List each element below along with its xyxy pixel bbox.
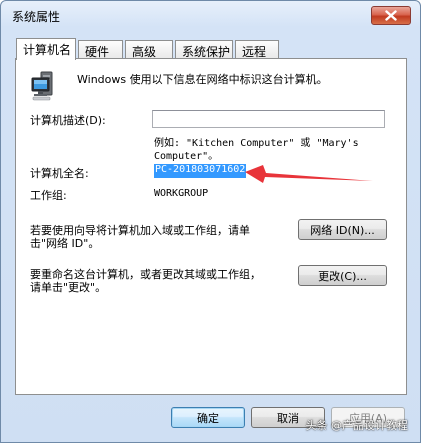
tab-system-protection[interactable]: 系统保护 [175, 40, 233, 59]
description-input[interactable] [152, 110, 385, 128]
description-label: 计算机描述(D): [30, 114, 106, 127]
tab-advanced[interactable]: 高级 [125, 40, 173, 59]
ok-button[interactable]: 确定 [171, 407, 245, 428]
tab-label: 计算机名 [23, 43, 72, 57]
close-icon [385, 10, 397, 21]
watermark-text: 头条 @产品设计教程 [305, 419, 409, 432]
tab-label: 高级 [132, 45, 157, 59]
system-properties-window: 系统属性 计算机名 硬件 高级 系统保护 远程 Windows 使用以下信息在网… [0, 0, 421, 443]
tab-label: 系统保护 [182, 45, 231, 59]
ok-button-label: 确定 [197, 411, 219, 425]
rename-text-line2: 请单击"更改"。 [30, 281, 107, 294]
cancel-button-label: 取消 [277, 411, 299, 425]
intro-text: Windows 使用以下信息在网络中标识这台计算机。 [77, 73, 328, 86]
computer-icon [31, 71, 53, 101]
tab-label: 远程 [242, 45, 267, 59]
computer-name-panel: Windows 使用以下信息在网络中标识这台计算机。 计算机描述(D): 例如:… [15, 58, 407, 395]
tab-strip: 计算机名 硬件 高级 系统保护 远程 [16, 38, 406, 60]
tab-computer-name[interactable]: 计算机名 [16, 38, 76, 60]
workgroup-label: 工作组: [30, 189, 67, 202]
fullname-label: 计算机全名: [30, 167, 89, 180]
tab-remote[interactable]: 远程 [235, 40, 279, 59]
example-text-line2: Computer"。 [154, 151, 219, 162]
change-button-label: 更改(C)... [318, 269, 367, 283]
fullname-value: PC-201803071602 [154, 164, 247, 178]
title-bar: 系统属性 [1, 1, 420, 29]
tab-hardware[interactable]: 硬件 [78, 40, 123, 59]
tab-label: 硬件 [85, 45, 110, 59]
window-title: 系统属性 [12, 10, 61, 24]
network-id-button-label: 网络 ID(N)... [310, 223, 375, 237]
network-id-button[interactable]: 网络 ID(N)... [298, 219, 387, 240]
close-button[interactable] [371, 6, 411, 25]
workgroup-value: WORKGROUP [154, 188, 209, 199]
network-id-text-line2: 击"网络 ID"。 [30, 237, 100, 250]
change-button[interactable]: 更改(C)... [298, 265, 387, 286]
